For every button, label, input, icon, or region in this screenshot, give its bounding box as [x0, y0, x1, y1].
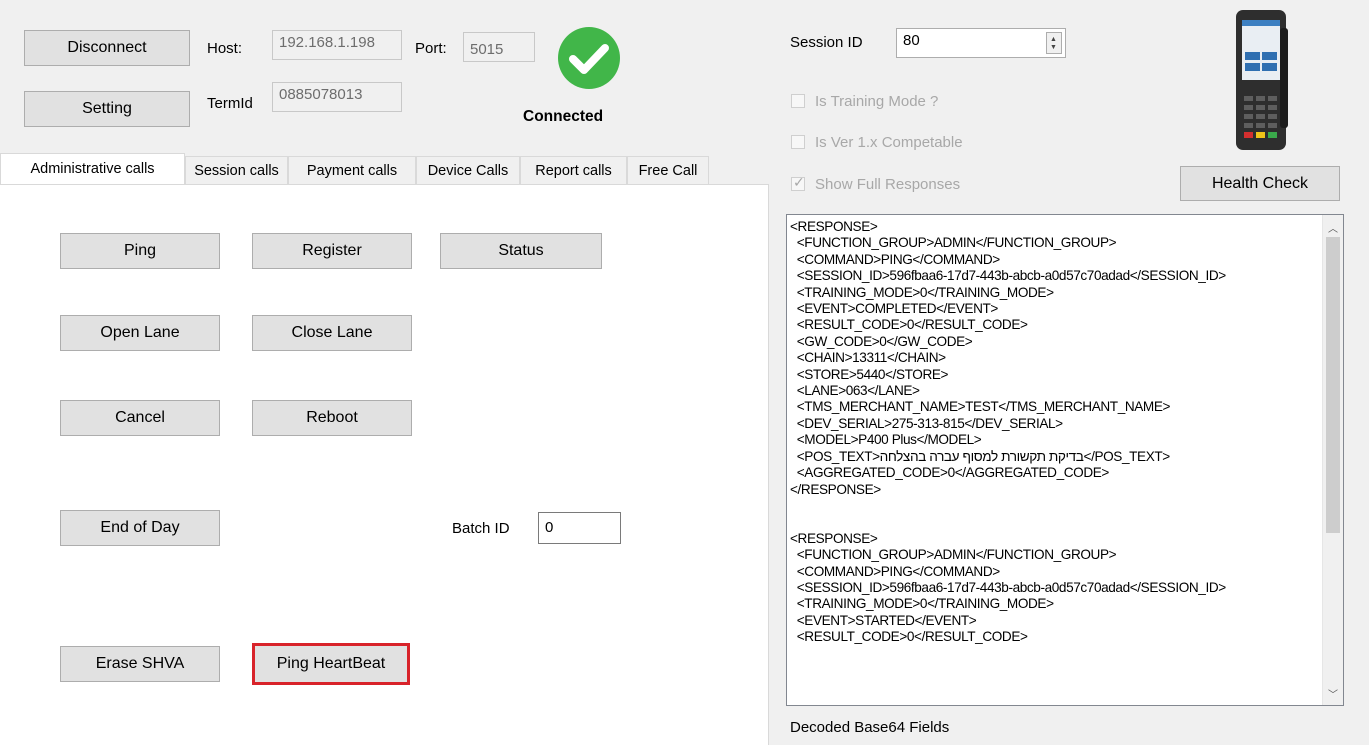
register-button[interactable]: Register — [252, 233, 412, 269]
ping-button[interactable]: Ping — [60, 233, 220, 269]
spinner-up-icon[interactable]: ▲ — [1050, 36, 1057, 43]
scroll-down-icon[interactable]: ﹀ — [1328, 686, 1338, 701]
port-field[interactable]: 5015 — [463, 32, 535, 62]
scrollbar-thumb[interactable] — [1326, 237, 1340, 533]
spinner-down-icon[interactable]: ▼ — [1050, 44, 1057, 51]
host-label: Host: — [207, 40, 243, 57]
ver1x-label: Is Ver 1.x Competable — [815, 134, 963, 151]
session-id-spinner[interactable]: ▲ ▼ — [1046, 32, 1062, 54]
tab-report-calls[interactable]: Report calls — [520, 156, 627, 184]
batch-id-input[interactable]: 0 — [538, 512, 621, 544]
session-id-label: Session ID — [790, 34, 863, 51]
response-text: <RESPONSE> <FUNCTION_GROUP>ADMIN</FUNCTI… — [790, 219, 1226, 645]
show-full-responses-checkbox[interactable] — [791, 174, 805, 191]
tab-administrative-calls[interactable]: Administrative calls — [0, 153, 185, 184]
open-lane-button[interactable]: Open Lane — [60, 315, 220, 351]
session-id-input[interactable]: 80 ▲ ▼ — [896, 28, 1066, 58]
setting-button[interactable]: Setting — [24, 91, 190, 127]
pos-terminal-image — [1234, 8, 1290, 152]
disconnect-button[interactable]: Disconnect — [24, 30, 190, 66]
status-button[interactable]: Status — [440, 233, 602, 269]
termid-field[interactable]: 0885078013 — [272, 82, 402, 112]
training-mode-label: Is Training Mode ? — [815, 93, 939, 110]
connected-check-icon — [556, 27, 622, 89]
cancel-button[interactable]: Cancel — [60, 400, 220, 436]
response-textbox[interactable]: <RESPONSE> <FUNCTION_GROUP>ADMIN</FUNCTI… — [786, 214, 1344, 706]
tab-device-calls[interactable]: Device Calls — [416, 156, 520, 184]
erase-shva-button[interactable]: Erase SHVA — [60, 646, 220, 682]
training-mode-checkbox[interactable] — [791, 94, 805, 108]
close-lane-button[interactable]: Close Lane — [252, 315, 412, 351]
batch-id-label: Batch ID — [452, 520, 510, 537]
end-of-day-button[interactable]: End of Day — [60, 510, 220, 546]
ver1x-checkbox[interactable] — [791, 135, 805, 149]
connection-status: Connected — [523, 108, 604, 125]
port-label: Port: — [415, 40, 447, 57]
ping-heartbeat-button[interactable]: Ping HeartBeat — [252, 643, 410, 685]
decoded-base64-label: Decoded Base64 Fields — [790, 719, 950, 736]
host-field[interactable]: 192.168.1.198 — [272, 30, 402, 60]
show-full-responses-label: Show Full Responses — [815, 176, 961, 193]
session-id-value: 80 — [903, 32, 920, 49]
tab-payment-calls[interactable]: Payment calls — [288, 156, 416, 184]
health-check-button[interactable]: Health Check — [1180, 166, 1340, 201]
scroll-up-icon[interactable]: ︿ — [1328, 220, 1338, 235]
termid-label: TermId — [207, 95, 253, 112]
tab-free-call[interactable]: Free Call — [627, 156, 709, 184]
reboot-button[interactable]: Reboot — [252, 400, 412, 436]
tab-session-calls[interactable]: Session calls — [185, 156, 288, 184]
response-scrollbar[interactable]: ︿ ﹀ — [1322, 215, 1343, 705]
